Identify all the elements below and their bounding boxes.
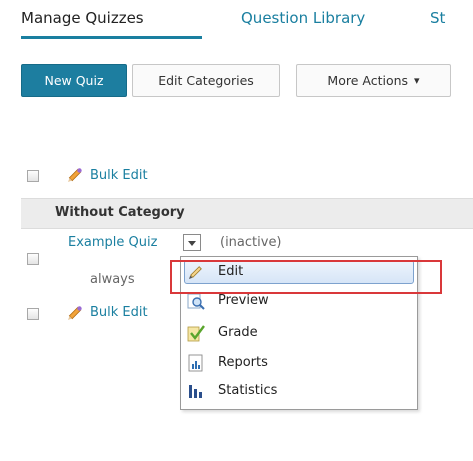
edit-highlight-annotation [170, 260, 442, 294]
grade-checkmark-icon [187, 325, 205, 342]
reports-icon [188, 354, 203, 372]
tab-manage-quizzes[interactable]: Manage Quizzes [21, 9, 144, 27]
new-quiz-label: New Quiz [44, 73, 104, 88]
more-actions-button[interactable]: More Actions ▾ [296, 64, 451, 97]
new-quiz-button[interactable]: New Quiz [21, 64, 127, 97]
tab-question-library[interactable]: Question Library [241, 9, 365, 27]
bulk-edit-link-bottom[interactable]: Bulk Edit [90, 305, 148, 320]
edit-categories-label: Edit Categories [158, 73, 254, 88]
quiz-name-link[interactable]: Example Quiz [68, 235, 157, 250]
more-actions-label: More Actions [327, 73, 409, 88]
chevron-down-icon [188, 241, 196, 246]
pencil-icon [68, 168, 82, 182]
category-label: Without Category [55, 205, 185, 220]
quiz-context-menu-toggle[interactable] [183, 234, 201, 251]
statistics-icon [189, 385, 202, 398]
bulk-edit-link-top[interactable]: Bulk Edit [90, 168, 148, 183]
magnifier-icon [187, 293, 205, 310]
menu-item-grade[interactable]: Grade [181, 321, 417, 345]
active-tab-underline [21, 36, 202, 39]
tab-statistics[interactable]: St [430, 9, 445, 27]
select-all-checkbox-bottom[interactable] [27, 308, 39, 320]
menu-item-label: Statistics [218, 383, 278, 398]
select-all-checkbox[interactable] [27, 170, 39, 182]
tab-bar: Manage Quizzes Question Library St [0, 0, 473, 40]
chevron-down-icon: ▾ [414, 74, 420, 87]
menu-item-label: Reports [218, 355, 268, 370]
quiz-row-checkbox[interactable] [27, 253, 39, 265]
quiz-status: (inactive) [220, 235, 282, 250]
category-header-row: Without Category [21, 198, 473, 229]
quiz-availability: always [90, 272, 135, 287]
menu-item-reports[interactable]: Reports [181, 351, 417, 375]
pencil-icon [68, 306, 82, 320]
menu-item-label: Preview [218, 293, 269, 308]
menu-item-statistics[interactable]: Statistics [181, 379, 417, 403]
menu-item-label: Grade [218, 325, 258, 340]
edit-categories-button[interactable]: Edit Categories [132, 64, 280, 97]
